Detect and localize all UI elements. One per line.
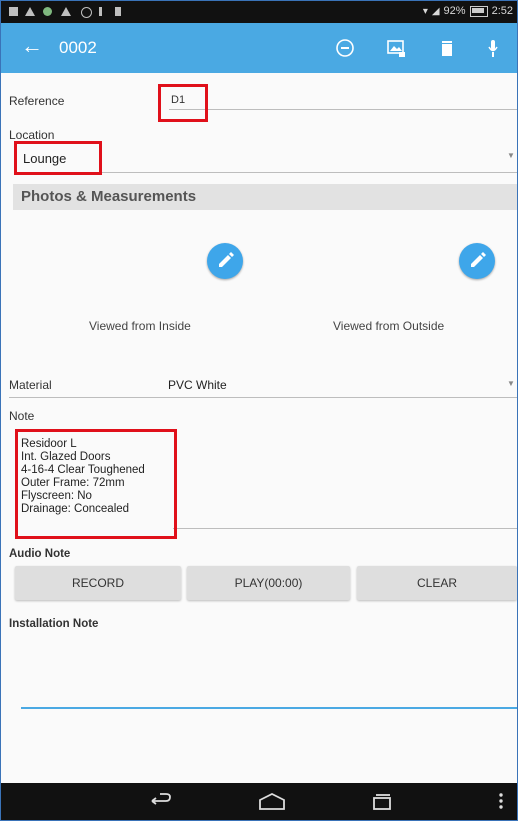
app-frame: ▾ ◢ 92% 2:52 ← 0002 Reference D1 Locatio… xyxy=(0,0,518,821)
location-highlight xyxy=(14,141,102,175)
photos-section-header: Photos & Measurements xyxy=(13,184,517,210)
note-highlight xyxy=(15,429,177,539)
pencil-icon xyxy=(219,252,234,267)
back-arrow-icon[interactable]: ← xyxy=(21,35,43,57)
signal-icon: ◢ xyxy=(431,5,440,17)
wifi-icon: ▾ xyxy=(422,5,428,17)
warning-icon xyxy=(25,7,35,16)
installation-note-label: Installation Note xyxy=(9,618,99,630)
status-right: ▾ ◢ 92% 2:52 xyxy=(423,5,513,17)
sd-icon xyxy=(115,7,121,16)
reference-underline xyxy=(169,109,517,110)
installation-note-input[interactable] xyxy=(21,641,517,705)
status-bar: ▾ ◢ 92% 2:52 xyxy=(1,1,517,23)
navigation-bar xyxy=(1,783,517,820)
microphone-icon[interactable] xyxy=(483,38,503,58)
home-nav-icon[interactable] xyxy=(257,791,287,811)
battery-icon xyxy=(469,5,488,17)
battery-percent: 92% xyxy=(443,5,466,17)
warning-icon-2 xyxy=(61,7,71,16)
app-toolbar: ← 0002 xyxy=(1,23,517,73)
sync-icon xyxy=(81,7,92,18)
page-title: 0002 xyxy=(59,38,97,57)
back-nav-icon[interactable] xyxy=(148,791,174,811)
recent-apps-icon[interactable] xyxy=(371,791,393,811)
reference-label: Reference xyxy=(9,94,65,108)
app-icon xyxy=(43,7,52,16)
usb-icon xyxy=(99,7,102,16)
material-dropdown-icon[interactable]: ▼ xyxy=(507,379,515,388)
note-label: Note xyxy=(9,409,35,423)
reference-highlight xyxy=(158,84,208,122)
menu-dots-icon[interactable] xyxy=(497,791,505,811)
location-label: Location xyxy=(9,128,55,142)
delete-icon[interactable] xyxy=(437,38,457,58)
inside-photo-caption: Viewed from Inside xyxy=(89,319,191,333)
pencil-icon-2 xyxy=(471,252,486,267)
installation-note-underline xyxy=(21,707,517,709)
audio-note-label: Audio Note xyxy=(9,548,71,560)
record-button[interactable]: RECORD xyxy=(15,566,181,600)
play-button[interactable]: PLAY(00:00) xyxy=(187,566,350,600)
material-label: Material xyxy=(9,378,52,392)
clear-button[interactable]: CLEAR xyxy=(357,566,517,600)
edit-outside-photo-button[interactable] xyxy=(459,243,495,279)
location-dropdown-icon[interactable]: ▼ xyxy=(507,151,515,160)
edit-inside-photo-button[interactable] xyxy=(207,243,243,279)
clock: 2:52 xyxy=(491,5,513,17)
outside-photo-caption: Viewed from Outside xyxy=(333,319,445,333)
notification-icon xyxy=(9,7,18,16)
note-underline xyxy=(173,528,517,529)
image-icon[interactable] xyxy=(386,38,406,58)
material-underline xyxy=(9,397,517,398)
minus-circle-icon[interactable] xyxy=(335,38,355,58)
material-select[interactable]: PVC White xyxy=(168,378,227,392)
